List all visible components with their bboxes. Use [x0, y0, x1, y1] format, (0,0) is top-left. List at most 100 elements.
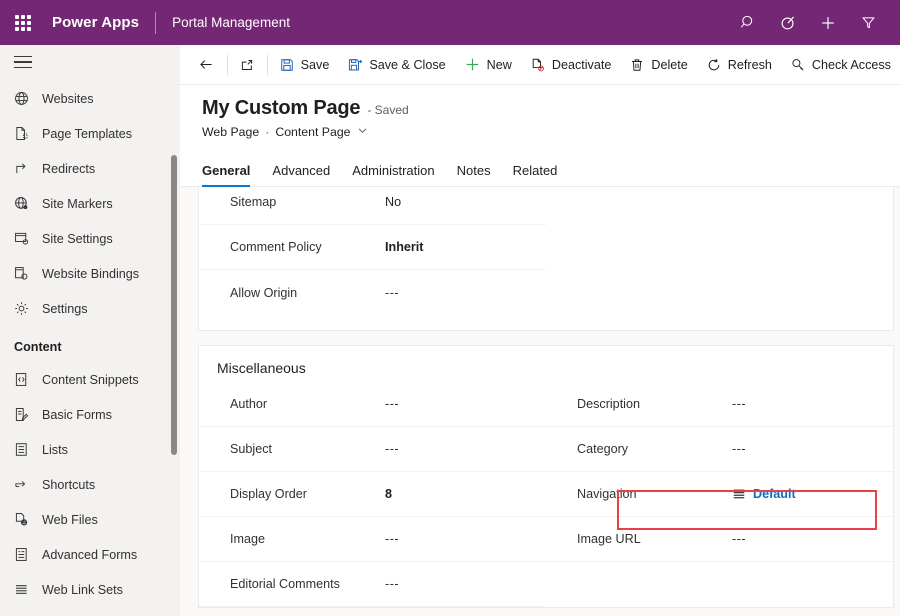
sidebar-item-label: Site Markers	[39, 197, 113, 211]
record-header: My Custom Page - Saved Web Page · Conten…	[180, 85, 900, 139]
check-access-button[interactable]: Check Access	[781, 46, 900, 84]
form-column-left: Author --- Subject --- Display Order 8 I…	[199, 382, 546, 607]
filter-icon	[860, 14, 877, 31]
field-label: Allow Origin	[230, 286, 385, 300]
sidebar-item-label: Basic Forms	[39, 408, 112, 422]
sidebar-item-advanced-forms[interactable]: Advanced Forms	[0, 537, 180, 572]
sidebar-item-website-bindings[interactable]: Website Bindings	[0, 256, 180, 291]
web-link-set-icon	[13, 580, 39, 600]
sidebar-item-basic-forms[interactable]: Basic Forms	[0, 397, 180, 432]
waffle-icon	[15, 15, 31, 31]
sidebar-item-content-snippets[interactable]: Content Snippets	[0, 362, 180, 397]
sidebar-item-websites[interactable]: Websites	[0, 81, 180, 116]
form-column-right: Description --- Category --- Navigation	[546, 382, 893, 607]
field-value: No	[385, 195, 401, 209]
field-label: Image URL	[577, 532, 732, 546]
sidebar-item-label: Websites	[39, 92, 94, 106]
sidebar-item-label: Redirects	[39, 162, 95, 176]
sidebar-item-label: Content Snippets	[39, 373, 139, 387]
tab-related[interactable]: Related	[513, 163, 558, 186]
field-value: ---	[385, 577, 399, 591]
new-button[interactable]: New	[455, 46, 521, 84]
sidebar-item-label: Shortcuts	[39, 478, 95, 492]
delete-button[interactable]: Delete	[620, 46, 696, 84]
app-name[interactable]: Portal Management	[156, 15, 290, 30]
tab-general[interactable]: General	[202, 163, 250, 186]
sidebar-item-web-link-sets[interactable]: Web Link Sets	[0, 572, 180, 607]
tab-advanced[interactable]: Advanced	[272, 163, 330, 186]
record-title-row: My Custom Page - Saved	[202, 97, 900, 120]
web-file-icon	[13, 510, 39, 530]
app-launcher-button[interactable]	[0, 0, 46, 45]
sidebar-item-web-files[interactable]: Web Files	[0, 502, 180, 537]
field-value: ---	[385, 532, 399, 546]
sidebar-item-redirects[interactable]: Redirects	[0, 151, 180, 186]
field-row-editorial-comments[interactable]: Editorial Comments ---	[199, 562, 546, 607]
field-row-author[interactable]: Author ---	[199, 382, 546, 427]
sidebar-item-site-settings[interactable]: Site Settings	[0, 221, 180, 256]
field-row-description[interactable]: Description ---	[546, 382, 893, 427]
field-value: ---	[732, 397, 746, 411]
tab-notes[interactable]: Notes	[457, 163, 491, 186]
save-and-close-label: Save & Close	[369, 58, 445, 72]
field-row-category[interactable]: Category ---	[546, 427, 893, 472]
navigation-lookup-value[interactable]: Default	[732, 487, 796, 501]
field-value: ---	[385, 397, 399, 411]
sidebar-item-label: Advanced Forms	[39, 548, 137, 562]
sidebar-item-label: Site Settings	[39, 232, 113, 246]
chevron-down-icon[interactable]	[357, 125, 368, 139]
command-bar: Save Save & Close New	[180, 45, 900, 85]
field-row-sitemap[interactable]: Sitemap No	[199, 187, 546, 225]
deactivate-icon	[530, 57, 546, 73]
sidebar-item-site-markers[interactable]: Site Markers	[0, 186, 180, 221]
field-value: 8	[385, 487, 392, 501]
add-button[interactable]	[808, 0, 848, 45]
field-row-display-order[interactable]: Display Order 8	[199, 472, 546, 517]
entity-name: Web Page	[202, 125, 259, 139]
field-row-navigation[interactable]: Navigation Default	[546, 472, 893, 517]
popout-button[interactable]	[229, 46, 265, 84]
assistant-button[interactable]	[768, 0, 808, 45]
brand-title[interactable]: Power Apps	[46, 14, 155, 31]
form-scroll-region[interactable]: Sitemap No Comment Policy Inherit Allow …	[180, 187, 900, 616]
list-lines-icon	[732, 487, 746, 501]
refresh-button[interactable]: Refresh	[697, 46, 781, 84]
sidebar-toggle-button[interactable]	[0, 45, 180, 79]
back-button[interactable]	[188, 46, 225, 84]
form-selector[interactable]: Content Page	[275, 125, 350, 139]
sidebar-item-label: Settings	[39, 302, 88, 316]
tab-administration[interactable]: Administration	[352, 163, 434, 186]
field-value: ---	[732, 532, 746, 546]
field-value: Inherit	[385, 240, 423, 254]
field-row-comment-policy[interactable]: Comment Policy Inherit	[199, 225, 546, 270]
page-title: My Custom Page	[202, 97, 360, 120]
sidebar-scrollbar[interactable]	[171, 155, 177, 455]
field-row-allow-origin[interactable]: Allow Origin ---	[199, 270, 546, 315]
sidebar-item-label: Website Bindings	[39, 267, 139, 281]
sidebar-item-page-templates[interactable]: Page Templates	[0, 116, 180, 151]
search-button[interactable]	[728, 0, 768, 45]
save-and-close-button[interactable]: Save & Close	[338, 46, 454, 84]
top-app-bar: Power Apps Portal Management	[0, 0, 900, 45]
navigation-value-text: Default	[753, 487, 796, 501]
page-template-icon	[13, 124, 39, 144]
sidebar-item-settings[interactable]: Settings	[0, 291, 180, 326]
sidebar-item-shortcuts[interactable]: Shortcuts	[0, 467, 180, 502]
sidebar-primary-nav: Websites Page Templates Redirects	[0, 79, 180, 616]
deactivate-button[interactable]: Deactivate	[521, 46, 621, 84]
field-label: Description	[577, 397, 732, 411]
save-button[interactable]: Save	[270, 46, 339, 84]
sidebar-item-lists[interactable]: Lists	[0, 432, 180, 467]
refresh-label: Refresh	[728, 58, 772, 72]
back-arrow-icon	[198, 56, 215, 73]
field-value: ---	[732, 442, 746, 456]
field-row-subject[interactable]: Subject ---	[199, 427, 546, 472]
field-label: Subject	[230, 442, 385, 456]
sidebar-item-portal-languages[interactable]: A Portal Languages	[0, 607, 180, 616]
field-row-image[interactable]: Image ---	[199, 517, 546, 562]
trash-icon	[629, 57, 645, 73]
field-label: Author	[230, 397, 385, 411]
filter-button[interactable]	[848, 0, 888, 45]
field-row-image-url[interactable]: Image URL ---	[546, 517, 893, 562]
website-binding-icon	[13, 264, 39, 284]
